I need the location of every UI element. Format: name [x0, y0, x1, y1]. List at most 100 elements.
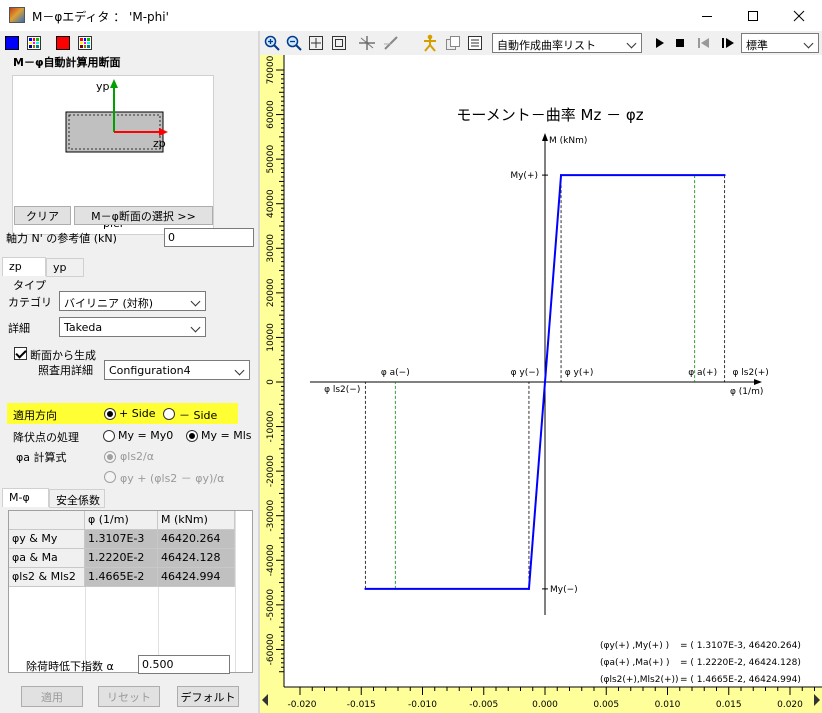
zoom-window-icon[interactable] — [330, 34, 348, 52]
stop-icon[interactable] — [671, 34, 689, 52]
y-tick-label: 70000 — [266, 55, 276, 84]
y-tick-label: -10000 — [266, 410, 276, 442]
window-title: M－φエディタ ： 'M-phi' — [32, 10, 169, 24]
x-tick-label: -0.020 — [287, 700, 316, 710]
y-tick-label: -40000 — [266, 544, 276, 576]
default-button[interactable]: デフォルト — [177, 686, 239, 707]
view-mode-value: 標準 — [746, 39, 768, 52]
zoom-in-icon[interactable] — [263, 34, 281, 52]
tab-safety-factor[interactable]: 安全係数 — [49, 489, 105, 508]
yield-my0-radio[interactable] — [103, 430, 115, 442]
phia-opt1-radio[interactable] — [104, 451, 116, 463]
maximize-button[interactable] — [730, 0, 776, 31]
yield-label: 降伏点の処理 — [13, 431, 79, 444]
direction-plus-label: + Side — [119, 407, 156, 420]
x-tick-label: -0.010 — [408, 700, 437, 710]
table-row-label: φa & Ma — [9, 549, 85, 568]
table-row-label: φls2 & Mls2 — [9, 568, 85, 587]
generate-checkbox[interactable] — [14, 347, 27, 360]
step-back-icon[interactable] — [695, 34, 713, 52]
y-tick-label: -20000 — [266, 455, 276, 487]
phia-opt2-label: φy + (φls2 － φy)/α — [120, 472, 225, 485]
yp-axis-label: yp — [96, 80, 110, 93]
x-axis-label: φ (1/m) — [730, 387, 763, 397]
blue-color-icon[interactable] — [5, 36, 19, 50]
y-axis-arrow — [542, 133, 548, 141]
phia-neg-label: φ a(−) — [381, 368, 410, 378]
phiy-neg-label: φ y(−) — [511, 368, 540, 378]
x-tick-label: 0.000 — [532, 700, 558, 710]
my-pos-label: My(+) — [510, 171, 538, 181]
yield-mls-radio[interactable] — [186, 430, 198, 442]
reference-select[interactable]: Configuration4 — [104, 360, 250, 380]
view-mode-select[interactable]: 標準 — [741, 33, 819, 53]
clear-button[interactable]: クリア — [14, 206, 71, 225]
select-section-button[interactable]: M－φ断面の選択 >> — [74, 206, 213, 225]
category-value: バイリニア (対称) — [64, 297, 154, 310]
axial-force-label: 軸力 N' の参考値 (kN) — [6, 232, 117, 245]
my-neg-label: My(−) — [550, 585, 578, 595]
red-color-icon[interactable] — [56, 36, 70, 50]
table-cell[interactable]: 1.2220E-2 — [85, 549, 158, 568]
reference-label: 照査用詳細 — [38, 364, 93, 377]
chart-area[interactable]: 70000 60000 50000 40000 30000 20000 10000 0 -100… — [260, 55, 822, 713]
direction-plus-radio[interactable] — [104, 408, 116, 420]
mphi-chart[interactable]: 70000 60000 50000 40000 30000 20000 10000 0 -100… — [260, 55, 822, 713]
generate-label: 断面から生成 — [30, 349, 96, 362]
close-button[interactable] — [776, 0, 822, 31]
app-icon — [9, 7, 25, 23]
info-line-right: = ( 1.3107E-3, 46420.264) — [680, 641, 801, 651]
tab-m-phi[interactable]: M-φ — [2, 488, 49, 507]
table-cell[interactable]: 1.4665E-2 — [85, 568, 158, 587]
chevron-down-icon — [190, 322, 201, 333]
table-row-label: φy & My — [9, 530, 85, 549]
tab-yp[interactable]: yp — [46, 258, 84, 277]
zoom-out-icon[interactable] — [285, 34, 303, 52]
info-line-left: (φls2(+),Mls2(+)) — [600, 675, 679, 685]
y-tick-label: 0 — [266, 379, 276, 385]
x-tick-label: -0.015 — [347, 700, 376, 710]
curve-list-value: 自動作成曲率リスト — [497, 39, 596, 52]
category-select[interactable]: バイリニア (対称) — [59, 291, 206, 311]
detail-select[interactable]: Takeda — [59, 317, 206, 337]
minimize-button[interactable] — [684, 0, 730, 31]
phia-opt2-radio[interactable] — [104, 471, 116, 483]
pen-icon[interactable] — [382, 34, 400, 52]
tab-zp[interactable]: zp — [2, 257, 46, 276]
table-cell[interactable]: 1.3107E-3 — [85, 530, 158, 549]
axial-force-input[interactable]: 0 — [164, 228, 254, 247]
crosshair-icon[interactable] — [358, 34, 376, 52]
list-icon[interactable] — [466, 34, 484, 52]
red-pattern-icon[interactable] — [78, 36, 92, 50]
direction-minus-radio[interactable] — [163, 408, 175, 420]
step-forward-icon[interactable] — [719, 34, 737, 52]
y-tick-label: -60000 — [266, 633, 276, 665]
toolbar: 自動作成曲率リスト 標準 — [260, 31, 822, 55]
unload-input[interactable]: 0.500 — [138, 655, 230, 674]
phia-opt1-label: φls2/α — [120, 450, 154, 463]
blue-pattern-icon[interactable] — [27, 36, 41, 50]
curve-point — [364, 587, 367, 590]
y-tick-label: -30000 — [266, 500, 276, 532]
table-cell[interactable]: 46420.264 — [158, 530, 235, 549]
category-label: カテゴリ — [8, 296, 52, 309]
zoom-fit-icon[interactable] — [307, 34, 325, 52]
copy-icon[interactable] — [444, 34, 462, 52]
table-grid-line — [235, 511, 236, 672]
y-tick-label: 40000 — [266, 189, 276, 218]
x-tick-label: 0.010 — [655, 700, 681, 710]
curve-point — [527, 587, 530, 590]
y-tick-label: -50000 — [266, 589, 276, 621]
reset-button[interactable]: リセット — [98, 686, 160, 707]
apply-button[interactable]: 適用 — [21, 686, 83, 707]
info-line-left: (φa(+) ,Ma(+) ) — [600, 658, 669, 668]
person-icon[interactable] — [421, 34, 439, 52]
table-cell[interactable]: 46424.128 — [158, 549, 235, 568]
play-icon[interactable] — [650, 34, 668, 52]
y-tick-label: 10000 — [266, 323, 276, 352]
table-cell[interactable]: 46424.994 — [158, 568, 235, 587]
y-tick-label: 60000 — [266, 100, 276, 129]
chevron-down-icon — [190, 296, 201, 307]
curve-list-select[interactable]: 自動作成曲率リスト — [492, 33, 642, 53]
x-tick-label: -0.005 — [469, 700, 498, 710]
